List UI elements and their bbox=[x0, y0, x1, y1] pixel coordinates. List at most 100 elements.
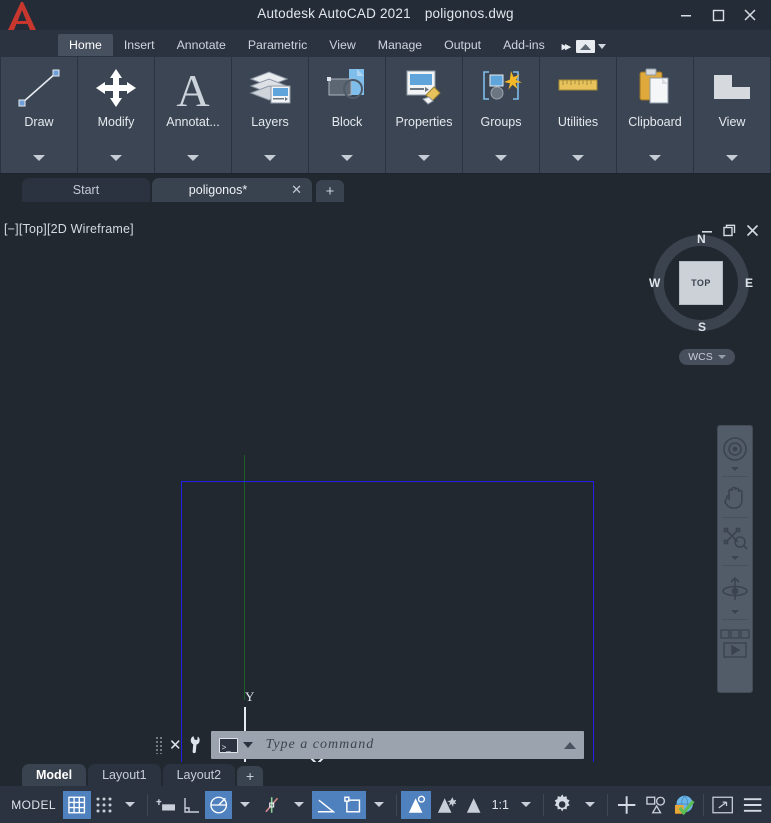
ribbon-tab-parametric[interactable]: Parametric bbox=[237, 34, 318, 56]
drag-grip-icon[interactable] bbox=[155, 736, 163, 754]
autoscale-annotation-icon[interactable] bbox=[431, 791, 460, 819]
new-document-tab-button[interactable]: + bbox=[316, 180, 344, 202]
window-controls bbox=[671, 0, 771, 30]
view-cube-west-label[interactable]: W bbox=[649, 276, 660, 290]
showmotion-icon[interactable] bbox=[719, 623, 751, 663]
document-tab-poligonos[interactable]: poligonos* ✕ bbox=[152, 178, 312, 202]
orbit-icon[interactable] bbox=[719, 569, 751, 609]
clean-screen-icon[interactable] bbox=[708, 791, 737, 819]
layout-tab-layout1[interactable]: Layout1 bbox=[88, 764, 161, 786]
ribbon-tab-manage[interactable]: Manage bbox=[367, 34, 433, 56]
zoom-dropdown-icon[interactable] bbox=[731, 556, 739, 560]
ortho-mode-icon[interactable] bbox=[179, 791, 205, 819]
autocad-a-logo-icon[interactable] bbox=[0, 0, 44, 30]
navigation-bar[interactable] bbox=[717, 425, 753, 693]
view-cube-top-face[interactable]: TOP bbox=[679, 261, 723, 305]
ribbon-panel-view[interactable]: View bbox=[694, 57, 770, 173]
command-input-container[interactable]: >_ Type a command bbox=[210, 731, 584, 759]
object-snap-tracking-icon[interactable] bbox=[258, 791, 285, 819]
ribbon-tab-view[interactable]: View bbox=[318, 34, 366, 56]
model-space-button[interactable]: MODEL bbox=[4, 791, 63, 819]
ribbon-tab-insert[interactable]: Insert bbox=[113, 34, 166, 56]
snap-dropdown-icon[interactable] bbox=[117, 791, 143, 819]
chevron-down-icon[interactable] bbox=[242, 742, 253, 748]
osnap-dropdown-icon[interactable] bbox=[286, 791, 312, 819]
panel-expand-button[interactable] bbox=[309, 155, 385, 161]
isolate-objects-icon[interactable] bbox=[641, 791, 670, 819]
polar-tracking-icon[interactable] bbox=[204, 790, 233, 819]
chevron-up-icon[interactable] bbox=[563, 741, 576, 749]
hardware-acceleration-icon[interactable] bbox=[670, 791, 699, 819]
command-line-bar: ✕ >_ Type a command bbox=[155, 730, 584, 760]
grid-display-icon[interactable] bbox=[63, 790, 91, 819]
chevron-down-icon bbox=[584, 802, 595, 807]
ribbon-panel-layers[interactable]: Layers bbox=[232, 57, 308, 173]
pan-hand-icon[interactable] bbox=[719, 480, 751, 514]
lineweight-dropdown-icon[interactable] bbox=[366, 791, 392, 819]
object-snap-icon[interactable] bbox=[311, 790, 340, 819]
ribbon-panel-block[interactable]: Block bbox=[309, 57, 385, 173]
ribbon-tab-home[interactable]: Home bbox=[58, 34, 113, 56]
view-cube-south-label[interactable]: S bbox=[698, 320, 706, 334]
workspace-switch-dropdown[interactable] bbox=[575, 40, 606, 53]
blue-rectangle-entity[interactable] bbox=[181, 481, 594, 762]
panel-expand-button[interactable] bbox=[155, 155, 231, 161]
ribbon-panel-properties[interactable]: Properties bbox=[386, 57, 462, 173]
layout-tab-layout2[interactable]: Layout2 bbox=[162, 764, 236, 786]
wcs-dropdown-button[interactable]: WCS bbox=[679, 349, 735, 365]
viewport-label[interactable]: [−][Top][2D Wireframe] bbox=[4, 222, 134, 236]
workspace-dropdown-icon[interactable] bbox=[577, 791, 603, 819]
annotation-scale-dropdown-icon[interactable] bbox=[513, 791, 539, 819]
ribbon-panel-clipboard[interactable]: Clipboard bbox=[617, 57, 693, 173]
wrench-icon[interactable] bbox=[183, 732, 209, 758]
customization-menu-icon[interactable] bbox=[738, 791, 767, 819]
ribbon-panel-modify[interactable]: Modify bbox=[78, 57, 154, 173]
annotation-scale-label[interactable]: 1:1 bbox=[487, 791, 513, 819]
steering-wheel-dropdown-icon[interactable] bbox=[731, 467, 739, 471]
command-input[interactable]: Type a command bbox=[266, 737, 375, 753]
infer-constraints-icon[interactable] bbox=[152, 791, 179, 819]
drawing-canvas[interactable]: [−][Top][2D Wireframe] Y TOP N S W E WCS bbox=[0, 202, 771, 762]
panel-expand-button[interactable] bbox=[463, 155, 539, 161]
double-chevron-right-icon[interactable]: ▸▸ bbox=[562, 40, 571, 53]
document-tab-start[interactable]: Start bbox=[22, 178, 150, 202]
steering-wheel-icon[interactable] bbox=[719, 432, 751, 466]
new-layout-button[interactable]: + bbox=[237, 766, 264, 786]
annotation-scale-icon[interactable] bbox=[460, 791, 487, 819]
panel-expand-button[interactable] bbox=[78, 155, 154, 161]
layout-tab-model[interactable]: Model bbox=[22, 764, 87, 786]
zoom-extents-icon[interactable] bbox=[719, 521, 751, 555]
close-icon[interactable]: ✕ bbox=[291, 182, 302, 198]
annotation-text-a-icon: A bbox=[168, 61, 218, 115]
snap-mode-icon[interactable] bbox=[91, 791, 117, 819]
panel-expand-button[interactable] bbox=[386, 155, 462, 161]
orbit-dropdown-icon[interactable] bbox=[731, 610, 739, 614]
status-divider bbox=[606, 793, 608, 816]
panel-expand-button[interactable] bbox=[1, 155, 77, 161]
ribbon-panel-groups[interactable]: Groups bbox=[463, 57, 539, 173]
groups-star-icon bbox=[476, 61, 526, 115]
ribbon-tab-output[interactable]: Output bbox=[433, 34, 492, 56]
status-bar: MODEL 1:1 bbox=[0, 786, 771, 823]
view-cube-east-label[interactable]: E bbox=[745, 276, 753, 290]
view-cube[interactable]: TOP N S W E bbox=[649, 232, 753, 334]
workspace-gear-icon[interactable] bbox=[548, 791, 576, 819]
minimize-button[interactable] bbox=[671, 2, 701, 28]
ribbon-panel-annotation[interactable]: A Annotat... bbox=[155, 57, 231, 173]
command-line-close-button[interactable]: ✕ bbox=[169, 736, 182, 754]
ribbon-panel-utilities[interactable]: Utilities bbox=[540, 57, 616, 173]
maximize-button[interactable] bbox=[703, 2, 733, 28]
panel-expand-button[interactable] bbox=[232, 155, 308, 161]
panel-expand-button[interactable] bbox=[694, 155, 770, 161]
customize-plus-icon[interactable] bbox=[612, 791, 641, 819]
ribbon-tab-addins[interactable]: Add-ins bbox=[492, 34, 556, 56]
panel-expand-button[interactable] bbox=[540, 155, 616, 161]
ribbon-tab-annotate[interactable]: Annotate bbox=[166, 34, 237, 56]
polar-dropdown-icon[interactable] bbox=[232, 791, 258, 819]
lineweight-icon[interactable] bbox=[339, 790, 367, 819]
view-cube-north-label[interactable]: N bbox=[697, 232, 706, 246]
panel-expand-button[interactable] bbox=[617, 155, 693, 161]
ribbon-panel-draw[interactable]: Draw bbox=[1, 57, 77, 173]
annotation-visibility-icon[interactable] bbox=[401, 790, 431, 819]
close-button[interactable] bbox=[735, 2, 765, 28]
